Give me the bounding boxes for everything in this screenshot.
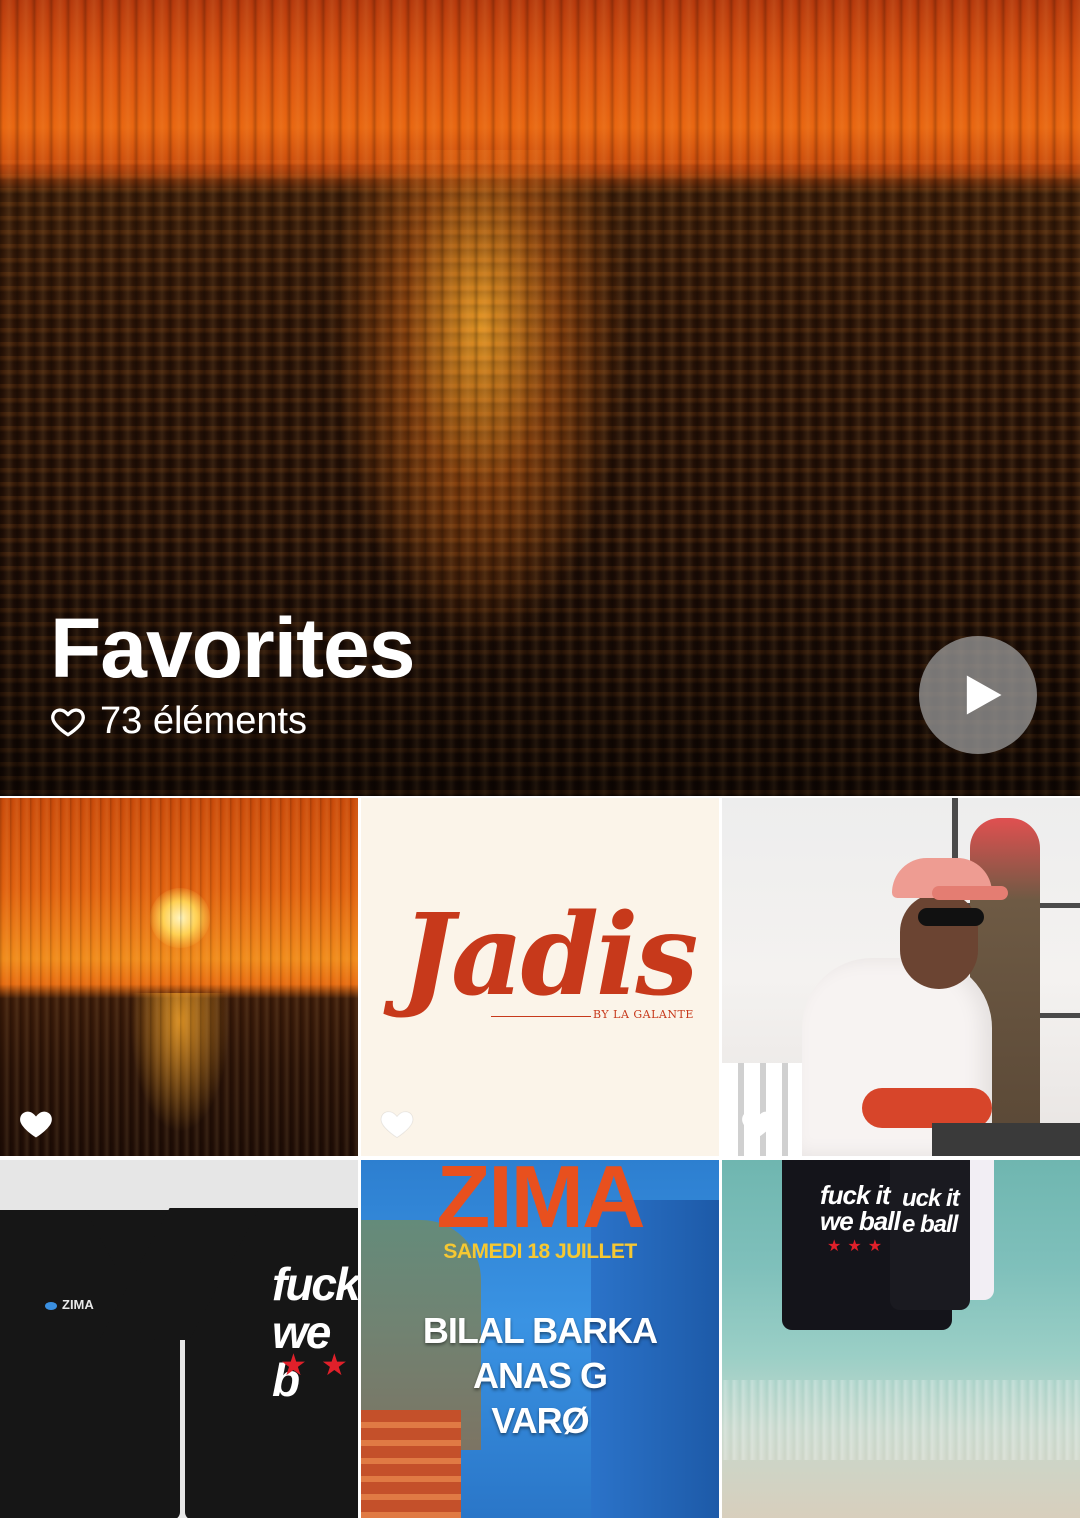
poster-artist: ANAS G [472, 1355, 608, 1396]
album-cover[interactable]: Favorites 73 éléments [0, 0, 1080, 796]
glass-texture [0, 798, 358, 1156]
tshirt-stars: ★★ [280, 1349, 358, 1382]
poster-artist: BILAL BARKA [422, 1310, 658, 1351]
tshirt-print-line1: fuck it [820, 1180, 891, 1210]
album-count: 73 éléments [50, 700, 307, 743]
logo-rule [491, 1016, 591, 1017]
grid-item-beach-shirts[interactable]: fuck it we ball uck it e ball ★★★ [722, 1160, 1080, 1518]
photo-grid: Jadis BY LA GALANTE ZIMA fuck we b ★★ ZI… [0, 798, 1080, 1518]
poster-date: SAMEDI 18 JUILLET [443, 1240, 637, 1263]
favorite-heart-icon [20, 1111, 52, 1138]
tshirt-print-line2: we ball [820, 1206, 901, 1236]
play-button[interactable] [919, 636, 1037, 754]
tshirt-print: fuck it we ball [820, 1180, 901, 1236]
dj-glasses [918, 908, 984, 926]
dj-arm [862, 1088, 992, 1128]
poster-title: ZIMA [436, 1160, 645, 1246]
grid-item-dj[interactable] [722, 798, 1080, 1156]
grid-item-tshirts[interactable]: ZIMA fuck we b ★★ [0, 1160, 358, 1518]
tshirt-print-line1: fuck [272, 1258, 358, 1310]
heart-outline-icon [51, 707, 85, 736]
grid-item-zima-poster[interactable]: ZIMA SAMEDI 18 JUILLET BILAL BARKA ANAS … [361, 1160, 719, 1518]
grid-item-jadis-logo[interactable]: Jadis BY LA GALANTE [361, 798, 719, 1156]
tshirt-print-side: uck it e ball [902, 1185, 960, 1238]
play-icon [966, 675, 1002, 715]
tshirt-print-side-line2: e ball [902, 1211, 958, 1238]
count-label: 73 éléments [100, 700, 308, 742]
tshirt-stars: ★★★ [827, 1238, 889, 1255]
favorite-heart-icon [742, 1111, 774, 1138]
grid-item-sunset[interactable] [0, 798, 358, 1156]
poster-artist: VARØ [491, 1400, 589, 1441]
tshirt-print-side-line1: uck it [902, 1185, 960, 1212]
tshirt-brand: ZIMA [45, 1297, 94, 1312]
favorite-heart-icon [380, 1111, 414, 1139]
logo-subtitle: BY LA GALANTE [593, 1008, 694, 1021]
dj-deck [932, 1123, 1080, 1156]
water-sparkle [722, 1380, 1080, 1460]
logo-text: Jadis [401, 890, 698, 1021]
album-title: Favorites [50, 601, 415, 695]
dj-cap-brim [932, 886, 1008, 900]
